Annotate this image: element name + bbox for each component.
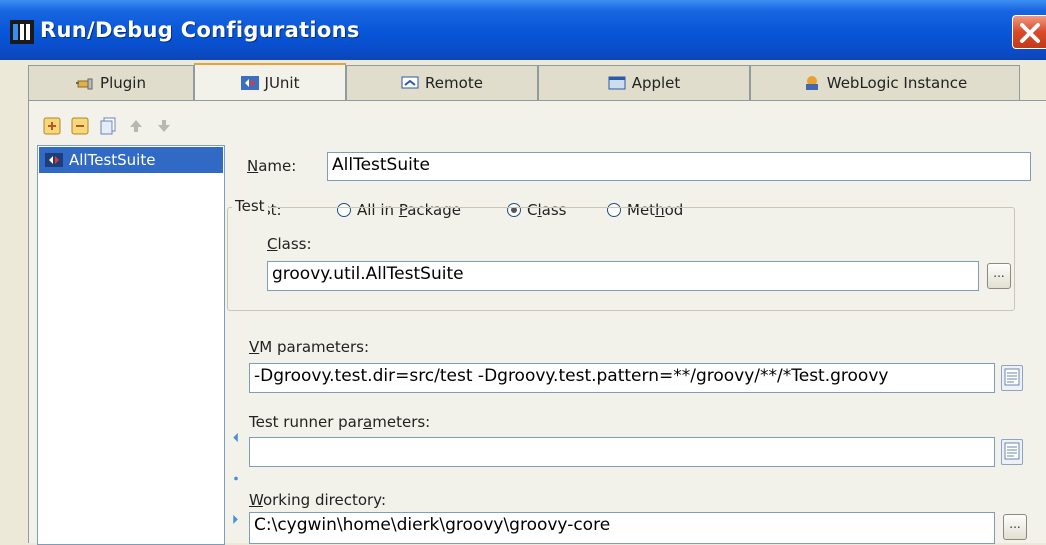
- runner-parameters-label: Test runner parameters:: [249, 413, 431, 431]
- vm-parameters-field[interactable]: -Dgroovy.test.dir=src/test -Dgroovy.test…: [249, 363, 995, 393]
- tab-label: WebLogic Instance: [826, 74, 968, 92]
- edit-text-icon: [1004, 368, 1020, 386]
- tab-label: Applet: [631, 74, 681, 92]
- move-down-icon[interactable]: [155, 117, 173, 135]
- group-title: Test: [232, 197, 268, 215]
- list-item[interactable]: AllTestSuite: [39, 147, 223, 173]
- name-label: Name:: [247, 157, 297, 175]
- move-up-icon[interactable]: [127, 117, 145, 135]
- applet-icon: [608, 75, 626, 91]
- vm-parameters-label: VM parameters:: [249, 338, 370, 356]
- close-icon: [1020, 23, 1040, 43]
- title-bar: Run/Debug Configurations: [0, 0, 1046, 60]
- list-item-label: AllTestSuite: [69, 151, 156, 169]
- class-field[interactable]: groovy.util.AllTestSuite: [267, 261, 979, 291]
- close-button[interactable]: [1012, 15, 1046, 49]
- config-list[interactable]: AllTestSuite: [37, 145, 225, 545]
- config-toolbar: [43, 115, 173, 137]
- working-directory-label: Working directory:: [249, 491, 387, 509]
- splitter-handle[interactable]: [233, 433, 239, 533]
- junit-icon: [240, 75, 259, 91]
- weblogic-icon: [803, 75, 821, 91]
- name-field[interactable]: AllTestSuite: [327, 152, 1031, 181]
- tab-label: Plugin: [100, 74, 146, 92]
- expand-vm-parameters-button[interactable]: [1001, 365, 1023, 391]
- tab-strip: Plugin JUnit Remote Applet WebLogic Inst…: [28, 63, 1046, 101]
- browse-directory-button[interactable]: ...: [1003, 514, 1027, 540]
- copy-icon[interactable]: [99, 117, 117, 135]
- tab-plugin[interactable]: Plugin: [28, 65, 194, 100]
- tab-label: JUnit: [264, 74, 300, 92]
- class-label: Class:: [267, 235, 312, 253]
- window-title: Run/Debug Configurations: [40, 18, 360, 42]
- config-panel: AllTestSuite Name: AllTestSuite Test: Al…: [28, 100, 1046, 545]
- add-icon[interactable]: [43, 117, 61, 135]
- remove-icon[interactable]: [71, 117, 89, 135]
- working-directory-field[interactable]: C:\cygwin\home\dierk\groovy\groovy-core: [249, 512, 995, 544]
- junit-icon: [45, 153, 63, 167]
- tab-remote[interactable]: Remote: [346, 65, 538, 100]
- tab-label: Remote: [425, 74, 483, 92]
- remote-icon: [401, 75, 419, 91]
- tab-applet[interactable]: Applet: [538, 65, 750, 100]
- runner-parameters-field[interactable]: [249, 437, 995, 467]
- tab-weblogic[interactable]: WebLogic Instance: [750, 65, 1020, 100]
- dialog-body: Plugin JUnit Remote Applet WebLogic Inst…: [0, 60, 1046, 545]
- browse-class-button[interactable]: ...: [987, 263, 1011, 289]
- expand-runner-parameters-button[interactable]: [1001, 439, 1023, 465]
- edit-text-icon: [1004, 442, 1020, 460]
- tab-junit[interactable]: JUnit: [194, 63, 346, 101]
- plugin-icon: [76, 75, 94, 91]
- test-groupbox: [227, 207, 1015, 311]
- app-icon: [10, 20, 34, 44]
